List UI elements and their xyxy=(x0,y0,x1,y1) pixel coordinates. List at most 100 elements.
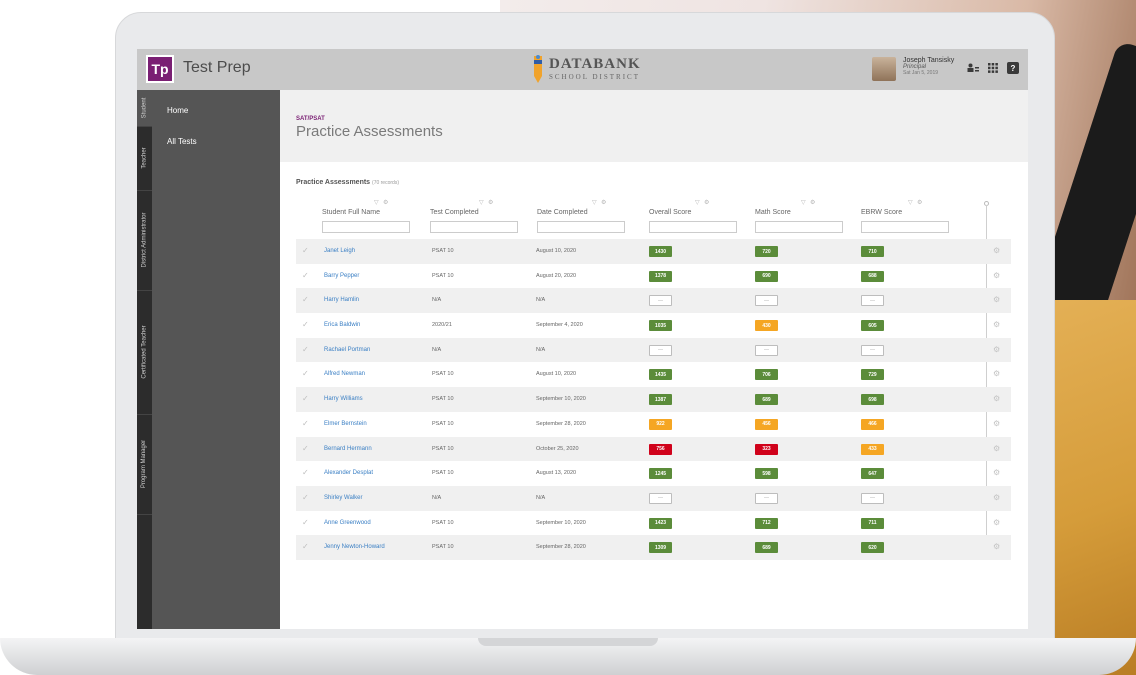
student-name-link[interactable]: Alexander Desplat xyxy=(324,470,373,476)
student-name-link[interactable]: Anne Greenwood xyxy=(324,520,371,526)
role-tab-program-manager[interactable]: Program Manager xyxy=(137,414,152,514)
help-icon[interactable]: ? xyxy=(1007,62,1019,74)
table-row[interactable]: ✓ Shirley Walker N/A N/A — — — ⚙ xyxy=(296,485,1011,511)
table-row[interactable]: ✓ Elmer Bernstein PSAT 10 September 28, 202… xyxy=(296,412,1011,437)
gear-icon[interactable]: ⚙ xyxy=(993,444,1000,453)
check-icon[interactable]: ✓ xyxy=(302,444,309,453)
math-score-badge: 689 xyxy=(755,394,778,406)
gear-icon[interactable]: ⚙ xyxy=(488,199,493,206)
gear-icon[interactable]: ⚙ xyxy=(993,419,1000,428)
column-filter-input[interactable] xyxy=(649,221,737,233)
gear-icon[interactable]: ⚙ xyxy=(917,199,922,206)
column-header-ebrw-score[interactable]: ▽ ⚙ EBRW Score xyxy=(861,199,957,239)
table-row[interactable]: ✓ Erica Baldwin 2020/21 September 4, 2020 10… xyxy=(296,313,1011,338)
check-icon[interactable]: ✓ xyxy=(302,394,309,403)
gear-icon[interactable]: ⚙ xyxy=(383,199,388,206)
brand-name: DATABANK xyxy=(549,56,641,72)
table-row[interactable]: ✓ Janet Leigh PSAT 10 August 10, 2020 1430 72… xyxy=(296,239,1011,264)
check-icon[interactable]: ✓ xyxy=(302,320,309,329)
gear-icon[interactable]: ⚙ xyxy=(993,369,1000,378)
role-tab-label: Teacher xyxy=(141,147,148,169)
apps-grid-icon[interactable] xyxy=(987,62,999,74)
check-icon[interactable]: ✓ xyxy=(302,271,309,280)
student-name-link[interactable]: Bernard Hermann xyxy=(324,446,372,452)
sidebar-item-home[interactable]: Home xyxy=(167,106,188,115)
column-header-date-completed[interactable]: ▽ ⚙ Date Completed xyxy=(537,199,633,239)
student-name-link[interactable]: Shirley Walker xyxy=(324,495,362,501)
gear-icon[interactable]: ⚙ xyxy=(993,345,1000,354)
gear-icon[interactable]: ⚙ xyxy=(704,199,709,206)
column-filter-input[interactable] xyxy=(537,221,625,233)
role-tab-teacher[interactable]: Teacher xyxy=(137,126,152,190)
student-name-link[interactable]: Erica Baldwin xyxy=(324,322,360,328)
student-name-link[interactable]: Rachael Portman xyxy=(324,347,370,353)
table-row[interactable]: ✓ Alfred Newman PSAT 10 August 10, 2020 1435… xyxy=(296,362,1011,387)
date-completed: August 20, 2020 xyxy=(536,272,577,279)
table-row[interactable]: ✓ Bernard Hermann PSAT 10 October 25, 2020 7… xyxy=(296,436,1011,462)
ebrw-score-badge: — xyxy=(861,344,884,356)
user-switch-icon[interactable] xyxy=(967,62,979,74)
filter-icon[interactable]: ▽ xyxy=(479,199,484,206)
gear-icon[interactable]: ⚙ xyxy=(993,518,1000,527)
check-icon[interactable]: ✓ xyxy=(302,493,309,502)
role-tab-district-administrator[interactable]: District Administrator xyxy=(137,190,152,290)
table-row[interactable]: ✓ Rachael Portman N/A N/A — — — ⚙ xyxy=(296,337,1011,363)
sidebar-item-all-tests[interactable]: All Tests xyxy=(167,137,197,146)
table-row[interactable]: ✓ Harry Williams PSAT 10 September 10, 2020… xyxy=(296,387,1011,412)
gear-icon[interactable]: ⚙ xyxy=(993,468,1000,477)
student-name-link[interactable]: Harry Williams xyxy=(324,396,363,402)
gear-icon[interactable]: ⚙ xyxy=(993,320,1000,329)
gear-icon[interactable]: ⚙ xyxy=(993,271,1000,280)
column-header-test-completed[interactable]: ▽ ⚙ Test Completed xyxy=(430,199,526,239)
check-icon[interactable]: ✓ xyxy=(302,468,309,477)
table-row[interactable]: ✓ Harry Hamlin N/A N/A — — — ⚙ xyxy=(296,288,1011,314)
gear-icon[interactable]: ⚙ xyxy=(601,199,606,206)
check-icon[interactable]: ✓ xyxy=(302,518,309,527)
student-name-link[interactable]: Janet Leigh xyxy=(324,248,355,254)
table-row[interactable]: ✓ Alexander Desplat PSAT 10 August 13, 2020… xyxy=(296,461,1011,486)
test-completed: PSAT 10 xyxy=(432,420,454,427)
check-icon[interactable]: ✓ xyxy=(302,369,309,378)
student-name-link[interactable]: Alfred Newman xyxy=(324,371,365,377)
gear-icon[interactable]: ⚙ xyxy=(993,493,1000,502)
student-name-link[interactable]: Elmer Bernstein xyxy=(324,421,367,427)
student-name-link[interactable]: Harry Hamlin xyxy=(324,297,359,303)
column-filter-input[interactable] xyxy=(430,221,518,233)
gear-icon[interactable]: ⚙ xyxy=(810,199,815,206)
role-tab-label: District Administrator xyxy=(141,212,148,268)
role-tabs: Student Teacher District Administrator Cert… xyxy=(137,90,152,629)
check-icon[interactable]: ✓ xyxy=(302,419,309,428)
filter-icon[interactable]: ▽ xyxy=(801,199,806,206)
table-row[interactable]: ✓ Jenny Newton-Howard PSAT 10 September 28,… xyxy=(296,535,1011,560)
check-icon[interactable]: ✓ xyxy=(302,246,309,255)
column-header-math-score[interactable]: ▽ ⚙ Math Score xyxy=(755,199,851,239)
table-row[interactable]: ✓ Anne Greenwood PSAT 10 September 10, 2020… xyxy=(296,511,1011,536)
check-icon[interactable]: ✓ xyxy=(302,345,309,354)
column-filter-input[interactable] xyxy=(861,221,949,233)
check-icon[interactable]: ✓ xyxy=(302,542,309,551)
math-score-badge: 706 xyxy=(755,369,778,381)
gear-icon[interactable]: ⚙ xyxy=(993,295,1000,304)
filter-icon[interactable]: ▽ xyxy=(908,199,913,206)
student-name-link[interactable]: Barry Pepper xyxy=(324,273,359,279)
role-tab-certificated-teacher[interactable]: Certificated Teacher xyxy=(137,290,152,414)
table-row[interactable]: ✓ Barry Pepper PSAT 10 August 20, 2020 1378 6… xyxy=(296,264,1011,289)
avatar[interactable] xyxy=(872,57,896,81)
check-icon[interactable]: ✓ xyxy=(302,295,309,304)
column-filter-input[interactable] xyxy=(322,221,410,233)
gear-icon[interactable]: ⚙ xyxy=(993,542,1000,551)
overall-score-badge: 756 xyxy=(649,443,672,455)
gear-icon[interactable]: ⚙ xyxy=(993,246,1000,255)
column-header-student-full-name[interactable]: ▽ ⚙ Student Full Name xyxy=(322,199,418,239)
main-content: SAT/PSAT Practice Assessments Practice A… xyxy=(280,90,1028,629)
filter-icon[interactable]: ▽ xyxy=(695,199,700,206)
app-logo[interactable]: Tp xyxy=(146,55,174,83)
gear-icon[interactable]: ⚙ xyxy=(993,394,1000,403)
role-tab-student[interactable]: Student xyxy=(137,90,152,126)
column-header-overall-score[interactable]: ▽ ⚙ Overall Score xyxy=(649,199,745,239)
filter-icon[interactable]: ▽ xyxy=(592,199,597,206)
column-filter-input[interactable] xyxy=(755,221,843,233)
overall-score-badge: — xyxy=(649,295,672,307)
filter-icon[interactable]: ▽ xyxy=(374,199,379,206)
student-name-link[interactable]: Jenny Newton-Howard xyxy=(324,544,385,550)
